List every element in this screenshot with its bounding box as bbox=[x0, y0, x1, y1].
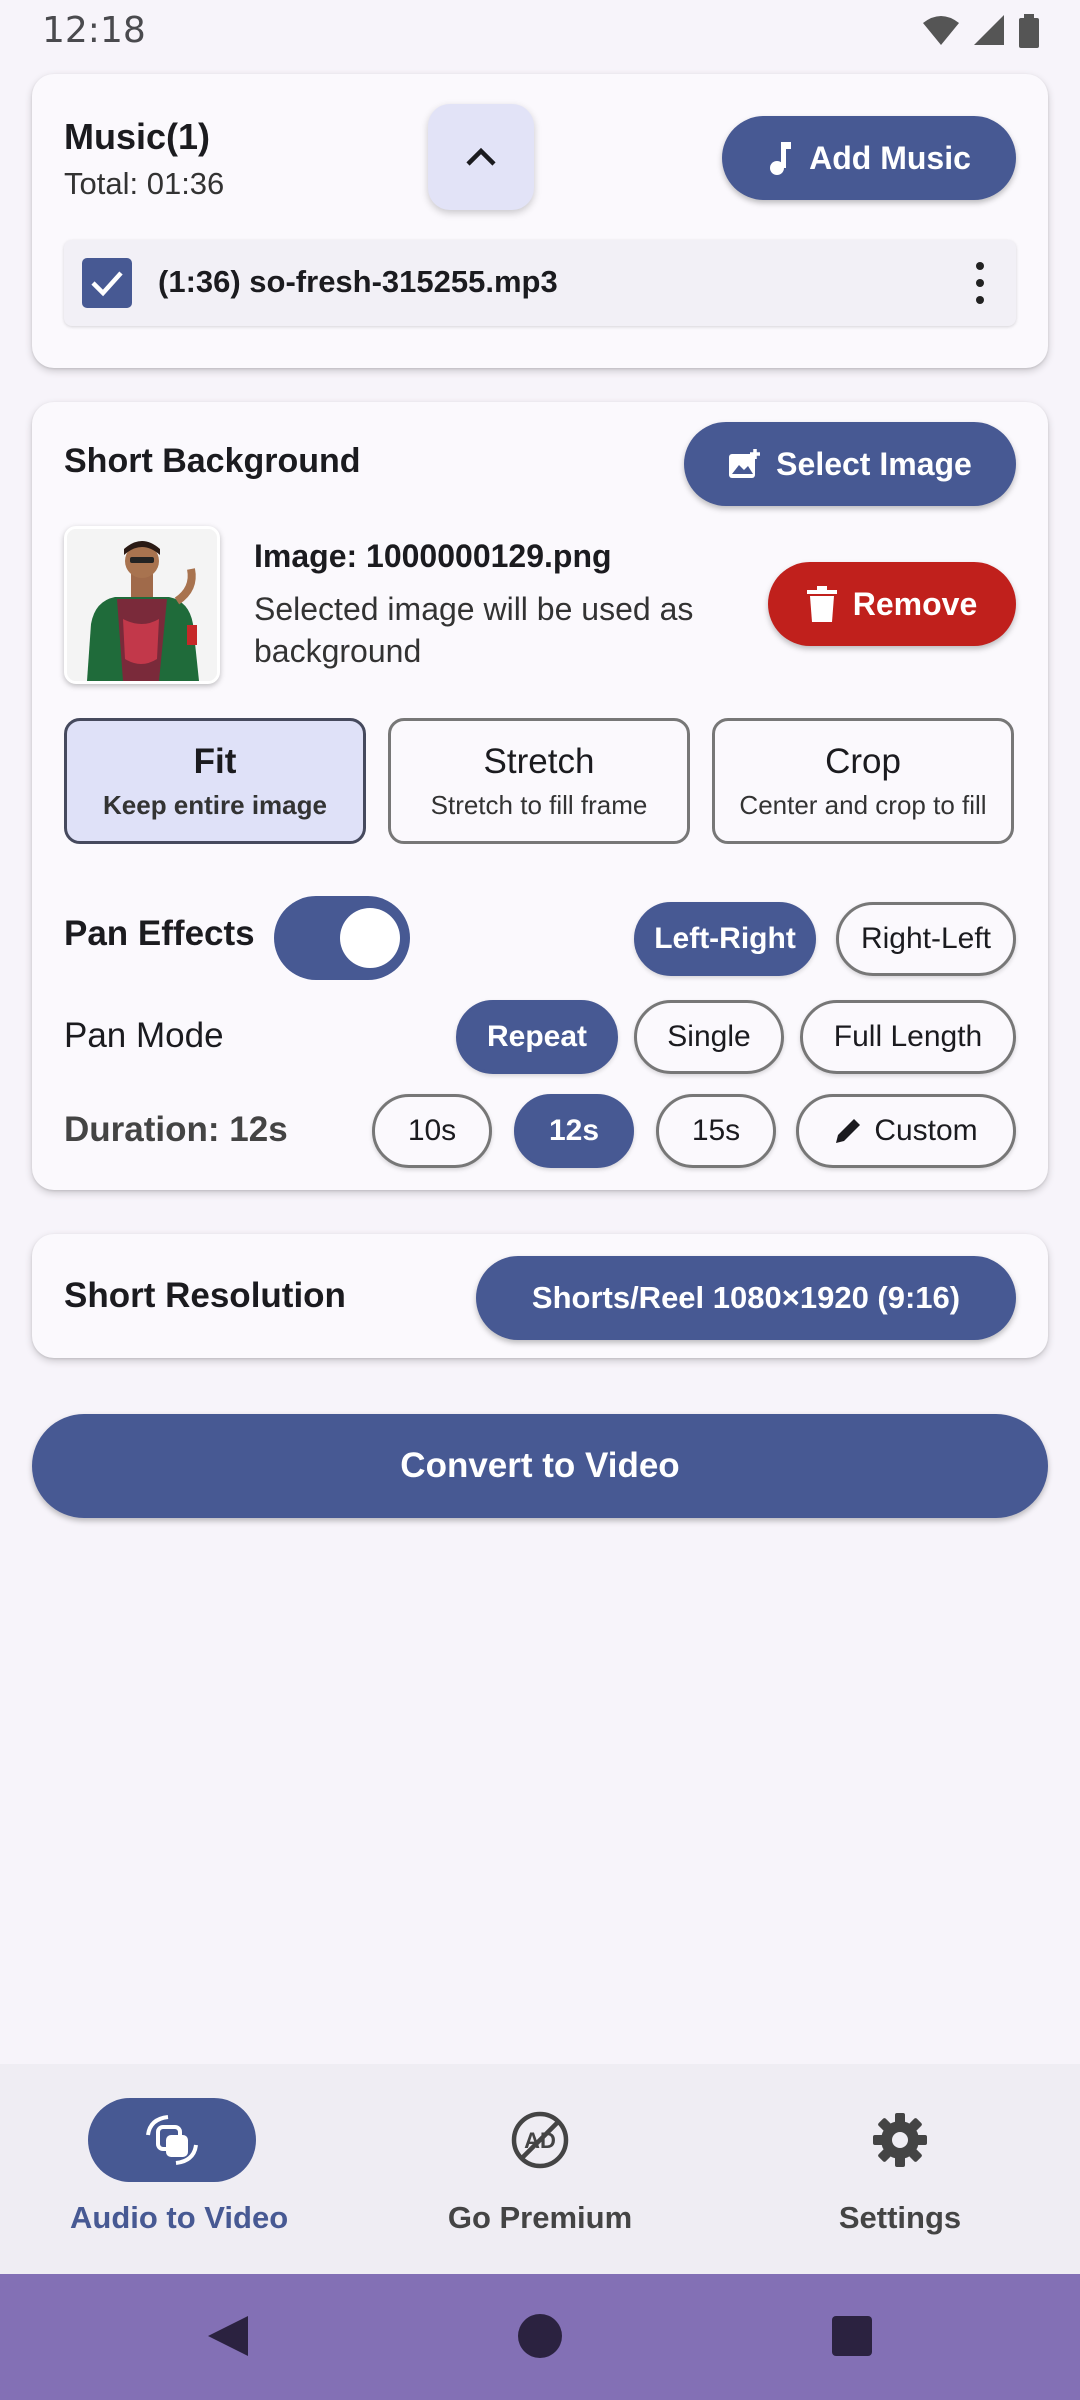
mode-name: Crop bbox=[825, 741, 901, 781]
pan-mode-repeat-chip[interactable]: Repeat bbox=[456, 1000, 618, 1074]
image-description: Selected image will be used as backgroun… bbox=[254, 591, 694, 669]
music-note-icon bbox=[770, 142, 792, 175]
remove-label: Remove bbox=[852, 585, 978, 622]
pan-right-left-chip[interactable]: Right-Left bbox=[836, 902, 1016, 976]
music-card: Music(1) Total: 01:36 Add Music (1:36) s… bbox=[32, 74, 1048, 368]
duration-15s-chip[interactable]: 15s bbox=[656, 1094, 776, 1168]
mode-stretch-option[interactable]: Stretch Stretch to fill frame bbox=[388, 718, 690, 844]
add-photo-icon bbox=[729, 449, 761, 478]
nav-audio-to-video[interactable]: Audio to Video bbox=[0, 2064, 360, 2274]
status-bar: 12:18 bbox=[0, 0, 1080, 64]
duration-custom-chip[interactable]: Custom bbox=[796, 1094, 1016, 1168]
resolution-button[interactable]: Shorts/Reel 1080×1920 (9:16) bbox=[476, 1256, 1016, 1340]
trash-icon bbox=[806, 586, 837, 622]
pan-left-right-chip[interactable]: Left-Right bbox=[634, 902, 816, 976]
track-row[interactable]: (1:36) so-fresh-315255.mp3 bbox=[64, 240, 1016, 326]
pan-mode-full-length-chip[interactable]: Full Length bbox=[800, 1000, 1016, 1074]
mode-name: Stretch bbox=[483, 741, 595, 781]
pan-effects-toggle[interactable] bbox=[274, 896, 410, 980]
convert-icon bbox=[146, 2115, 198, 2165]
collapse-button[interactable] bbox=[428, 104, 534, 210]
pan-mode-single-chip[interactable]: Single bbox=[634, 1000, 784, 1074]
select-image-button[interactable]: Select Image bbox=[684, 422, 1016, 506]
nav-icon-container bbox=[816, 2098, 984, 2182]
mode-description: Keep entire image bbox=[103, 789, 327, 820]
mode-fit-option[interactable]: Fit Keep entire image bbox=[64, 718, 366, 844]
signal-icon bbox=[974, 15, 1004, 45]
add-music-button[interactable]: Add Music bbox=[722, 116, 1016, 200]
track-checkbox[interactable] bbox=[82, 258, 132, 308]
battery-icon bbox=[1019, 14, 1039, 48]
toggle-knob bbox=[340, 908, 400, 968]
pan-effects-label: Pan Effects bbox=[64, 914, 255, 953]
home-icon[interactable] bbox=[516, 2312, 564, 2360]
background-thumbnail bbox=[64, 526, 220, 684]
nav-label: Settings bbox=[838, 2200, 962, 2235]
nav-icon-container: AD bbox=[456, 2098, 624, 2182]
remove-button[interactable]: Remove bbox=[768, 562, 1016, 646]
gear-icon bbox=[873, 2113, 927, 2167]
nav-active-indicator bbox=[88, 2098, 256, 2182]
image-name: Image: 1000000129.png bbox=[254, 538, 612, 574]
nav-settings[interactable]: Settings bbox=[720, 2064, 1080, 2274]
check-icon bbox=[91, 271, 123, 297]
mode-name: Fit bbox=[193, 741, 237, 781]
mode-description: Center and crop to fill bbox=[739, 789, 987, 820]
select-image-label: Select Image bbox=[776, 445, 972, 482]
wifi-icon bbox=[923, 16, 959, 45]
resolution-card: Short Resolution Shorts/Reel 1080×1920 (… bbox=[32, 1234, 1048, 1358]
background-card: Short Background Select Image Image: 100… bbox=[32, 402, 1048, 1190]
system-nav-bar bbox=[0, 2274, 1080, 2400]
status-icons bbox=[922, 14, 1040, 48]
recents-icon[interactable] bbox=[828, 2312, 876, 2360]
mode-description: Stretch to fill frame bbox=[430, 789, 648, 820]
convert-to-video-button[interactable]: Convert to Video bbox=[32, 1414, 1048, 1518]
pencil-icon bbox=[836, 1119, 861, 1143]
music-total: Total: 01:36 bbox=[64, 166, 225, 201]
more-vert-icon[interactable] bbox=[974, 262, 986, 304]
duration-12s-chip[interactable]: 12s bbox=[514, 1094, 634, 1168]
duration-label: Duration: 12s bbox=[64, 1110, 288, 1149]
status-time: 12:18 bbox=[42, 10, 146, 51]
nav-label: Go Premium bbox=[447, 2200, 633, 2235]
custom-label: Custom bbox=[874, 1114, 978, 1147]
add-music-label: Add Music bbox=[809, 139, 971, 176]
nav-go-premium[interactable]: AD Go Premium bbox=[360, 2064, 720, 2274]
bottom-nav: Audio to Video AD Go Premium bbox=[0, 2064, 1080, 2274]
chevron-up-icon bbox=[466, 147, 496, 166]
background-title: Short Background bbox=[64, 442, 361, 480]
track-label: (1:36) so-fresh-315255.mp3 bbox=[158, 264, 558, 299]
duration-10s-chip[interactable]: 10s bbox=[372, 1094, 492, 1168]
music-title: Music(1) bbox=[64, 116, 211, 157]
nav-label: Audio to Video bbox=[70, 2200, 289, 2235]
no-ads-icon: AD bbox=[511, 2111, 569, 2169]
resolution-label: Short Resolution bbox=[64, 1276, 346, 1315]
pan-mode-label: Pan Mode bbox=[64, 1016, 224, 1055]
mode-crop-option[interactable]: Crop Center and crop to fill bbox=[712, 718, 1014, 844]
back-icon[interactable] bbox=[204, 2312, 252, 2360]
